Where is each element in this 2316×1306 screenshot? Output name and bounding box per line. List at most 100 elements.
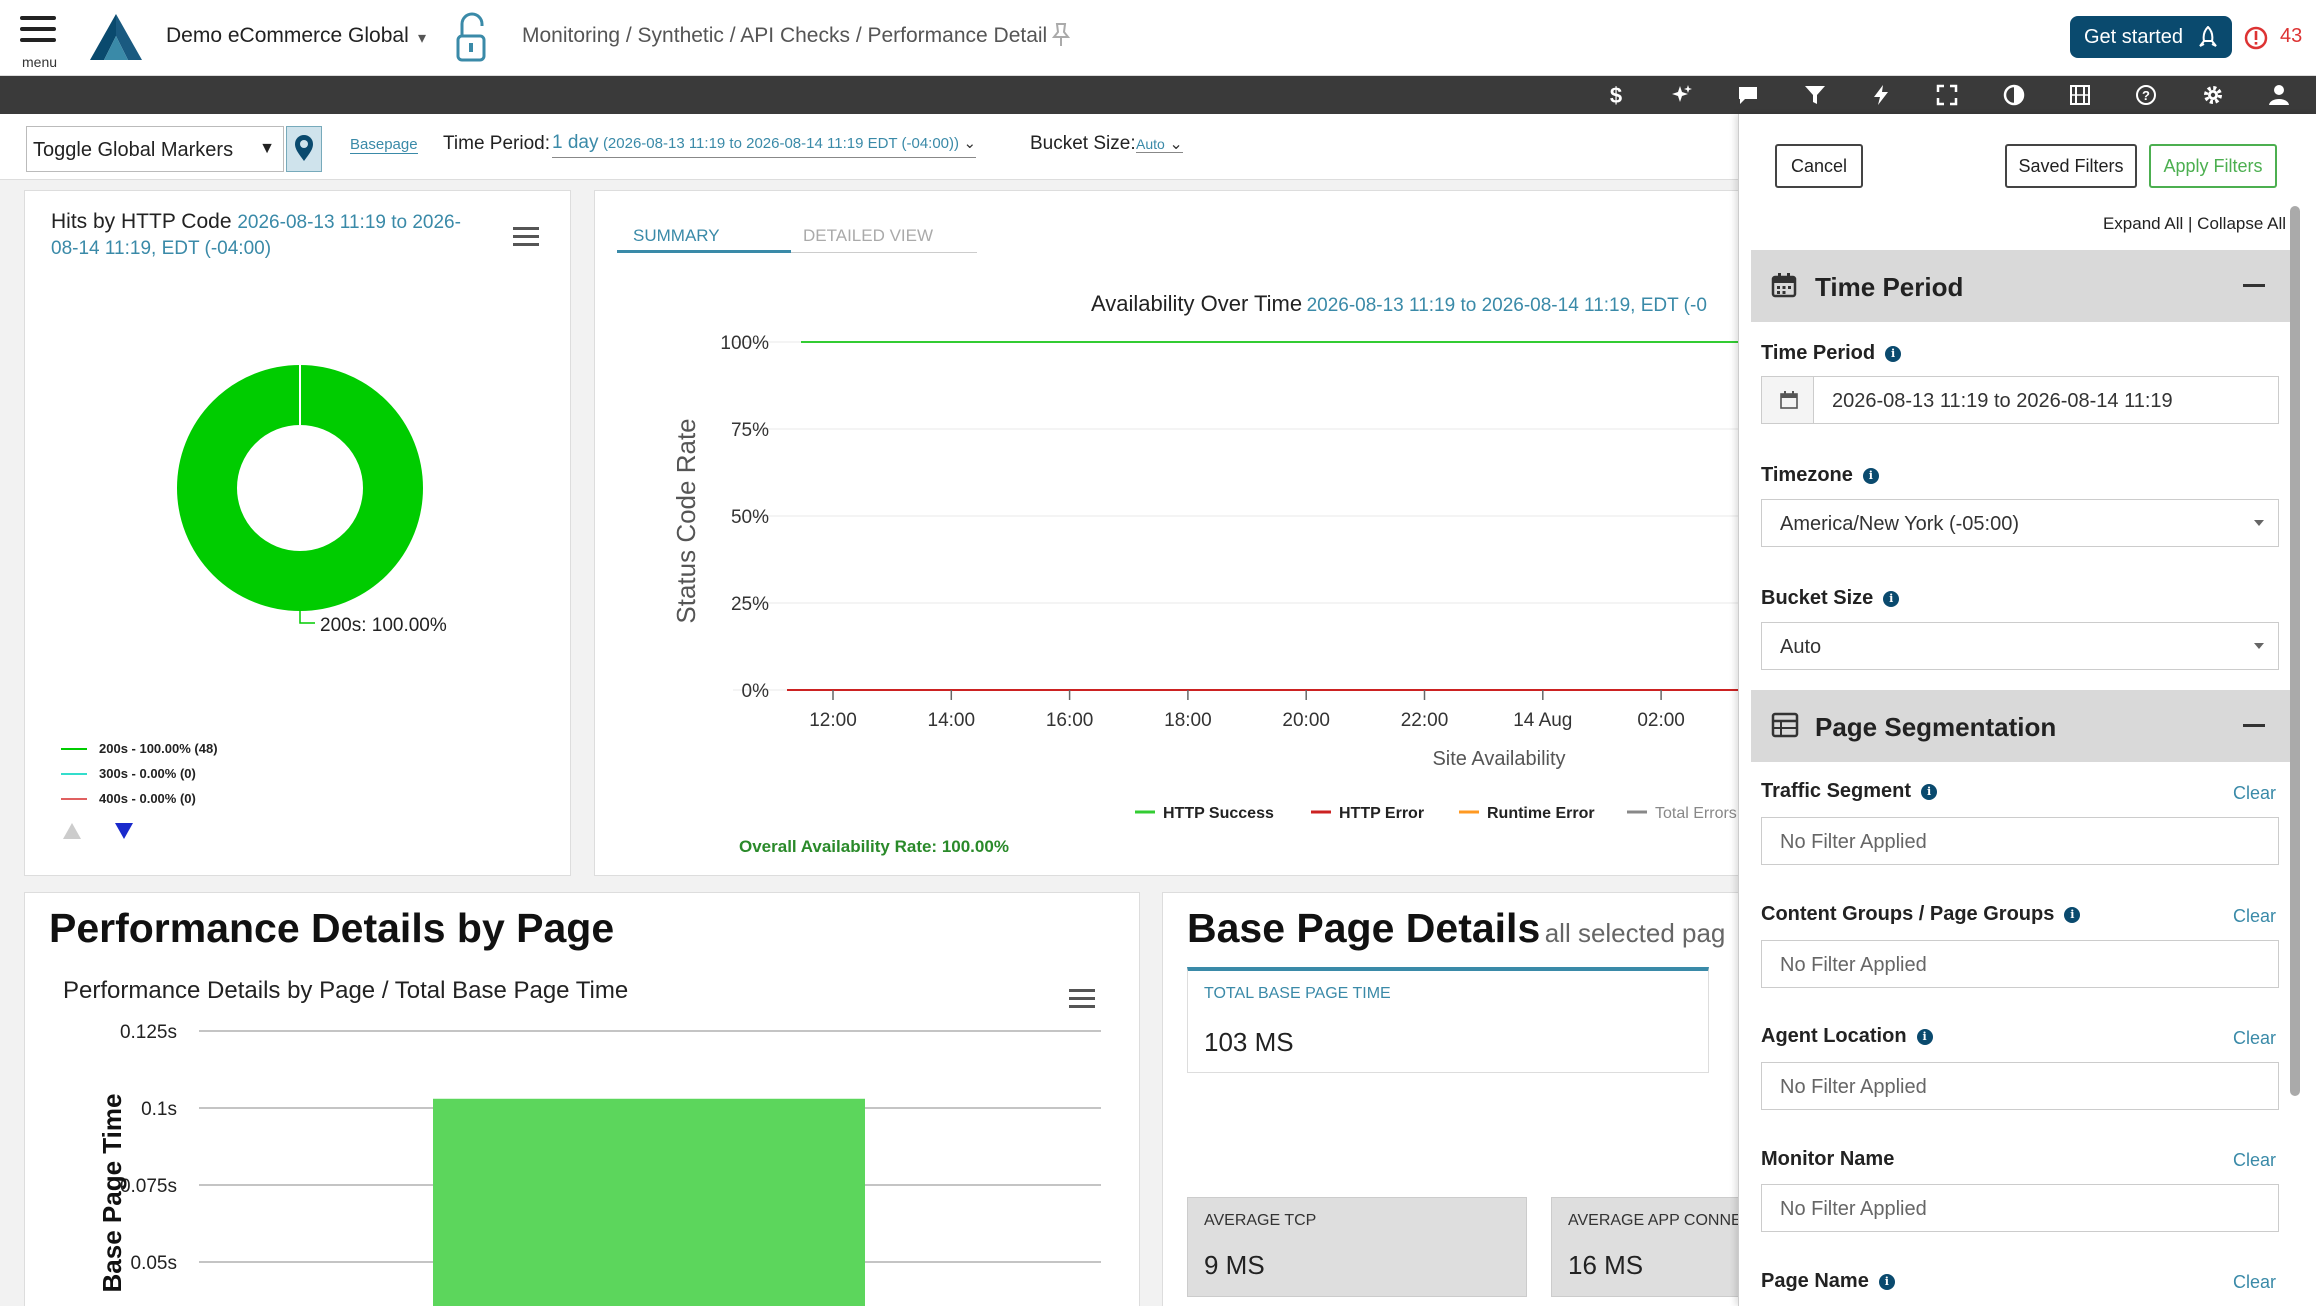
timezone-field-label: Timezone i <box>1761 464 1879 487</box>
time-period-section-header[interactable]: Time Period <box>1751 250 2291 322</box>
gear-icon[interactable] <box>2202 84 2224 106</box>
global-markers-label: Toggle Global Markers <box>33 139 234 161</box>
menu-button[interactable]: menu <box>18 14 62 70</box>
fullscreen-icon[interactable] <box>1936 84 1958 106</box>
monitor-name-input[interactable]: No Filter Applied <box>1761 1184 2279 1232</box>
dollar-icon[interactable]: $ <box>1605 84 1627 106</box>
info-icon[interactable]: i <box>1916 1029 1933 1045</box>
chart-menu-icon[interactable] <box>513 227 539 249</box>
legend-swatch <box>61 748 87 750</box>
marker-toggle-button[interactable] <box>286 126 322 172</box>
panel-scrollbar[interactable] <box>2290 206 2300 1096</box>
apply-filters-button[interactable]: Apply Filters <box>2149 144 2277 188</box>
info-icon[interactable]: i <box>1885 346 1902 362</box>
y-tick-label: 0% <box>742 681 770 702</box>
caret-down-icon <box>2254 520 2264 526</box>
line-legend-item[interactable]: HTTP Success <box>1135 805 1274 822</box>
breadcrumb[interactable]: Monitoring / Synthetic / API Checks / Pe… <box>522 24 1047 48</box>
alert-count[interactable]: 43 <box>2280 25 2302 48</box>
org-name[interactable]: Demo eCommerce Global <box>166 24 409 48</box>
bar[interactable] <box>433 1098 865 1306</box>
legend-prev-icon[interactable] <box>61 821 83 841</box>
traffic-segment-clear-link[interactable]: Clear <box>2233 783 2276 804</box>
agent-location-input[interactable]: No Filter Applied <box>1761 1062 2279 1110</box>
info-icon[interactable]: i <box>1862 468 1879 484</box>
basepage-link[interactable]: Basepage <box>350 136 418 154</box>
availability-line-chart: 100% 75% 50% 25% 0% 12:00 14:00 16:00 18:00 20:0… <box>671 333 1739 822</box>
chevron-down-icon[interactable]: ▾ <box>418 28 426 48</box>
caret-down-icon <box>2254 643 2264 649</box>
global-markers-select[interactable]: Toggle Global Markers ▼ <box>26 126 284 172</box>
unlock-icon[interactable] <box>452 12 492 64</box>
field-label-text: Page Name <box>1761 1270 1869 1292</box>
expand-all-link[interactable]: Expand All <box>2103 214 2183 233</box>
user-icon[interactable] <box>2268 84 2290 106</box>
get-started-button[interactable]: Get started <box>2070 16 2232 58</box>
bucket-size-select[interactable]: Auto <box>1761 622 2279 670</box>
cancel-button[interactable]: Cancel <box>1775 144 1863 188</box>
page-name-clear-link[interactable]: Clear <box>2233 1272 2276 1293</box>
performance-card: Performance Details by Page Performance … <box>24 892 1140 1306</box>
sparkle-icon[interactable] <box>1671 84 1693 106</box>
app-header: menu Demo eCommerce Global ▾ Monitoring … <box>0 0 2316 76</box>
field-label-text: Monitor Name <box>1761 1148 1895 1170</box>
collapse-all-link[interactable]: Collapse All <box>2197 214 2286 233</box>
legend-text: HTTP Success <box>1163 805 1274 822</box>
time-period-dropdown[interactable]: 1 day (2026-08-13 11:19 to 2026-08-14 11… <box>552 132 977 158</box>
base-page-heading-block: Base Page Details all selected pag <box>1187 905 1725 952</box>
pie-legend: 200s - 100.00% (48) 300s - 0.00% (0) 400s … <box>61 741 218 816</box>
collapse-icon[interactable] <box>2243 284 2265 287</box>
filter-icon[interactable] <box>1804 84 1826 106</box>
x-tick-label: 20:00 <box>1282 710 1330 731</box>
line-x-axis-label: Site Availability <box>1432 748 1565 770</box>
y-tick-label: 0.05s <box>131 1253 177 1274</box>
collapse-icon[interactable] <box>2243 724 2265 727</box>
bucket-size-dropdown[interactable]: Auto ⌄ <box>1136 136 1183 153</box>
film-icon[interactable] <box>2069 84 2091 106</box>
info-icon[interactable]: i <box>1921 784 1938 800</box>
content-groups-clear-link[interactable]: Clear <box>2233 906 2276 927</box>
line-legend-item[interactable]: Total Errors <box>1627 805 1737 822</box>
pin-icon[interactable] <box>1052 22 1070 48</box>
contrast-icon[interactable] <box>2003 84 2025 106</box>
x-tick-label: 22:00 <box>1401 710 1449 731</box>
alert-icon[interactable] <box>2244 26 2268 50</box>
filter-bar: Toggle Global Markers ▼ Basepage Time Pe… <box>0 114 1740 180</box>
legend-item[interactable]: 300s - 0.00% (0) <box>61 766 218 791</box>
menu-label: menu <box>22 54 58 70</box>
field-label-text: Time Period <box>1761 342 1876 364</box>
agent-location-clear-link[interactable]: Clear <box>2233 1028 2276 1049</box>
info-icon[interactable]: i <box>1878 1274 1895 1290</box>
legend-next-icon[interactable] <box>113 821 135 841</box>
pie-slice-label: 200s: 100.00% <box>320 615 447 636</box>
timezone-select[interactable]: America/New York (-05:00) <box>1761 499 2279 547</box>
bucket-size-select-value: Auto <box>1780 636 1822 658</box>
saved-filters-button[interactable]: Saved Filters <box>2005 144 2137 188</box>
http-pie-chart: 200s: 100.00% <box>177 365 447 636</box>
metric-average-app-connect: AVERAGE APP CONNE 16 MS <box>1551 1197 1761 1297</box>
legend-item[interactable]: 400s - 0.00% (0) <box>61 791 218 816</box>
line-legend-item[interactable]: Runtime Error <box>1459 805 1595 822</box>
traffic-segment-input[interactable]: No Filter Applied <box>1761 817 2279 865</box>
comment-icon[interactable] <box>1737 84 1759 106</box>
bucket-size-label: Bucket Size: <box>1030 133 1136 154</box>
calendar-button[interactable] <box>1762 377 1814 423</box>
help-icon[interactable]: ? <box>2135 84 2157 106</box>
http-card-title: Hits by HTTP Code <box>51 210 232 233</box>
legend-item[interactable]: 200s - 100.00% (48) <box>61 741 218 766</box>
metric-value: 103 MS <box>1204 1027 1294 1057</box>
page-segmentation-section-header[interactable]: Page Segmentation <box>1751 690 2291 762</box>
time-period-input[interactable]: 2026-08-13 11:19 to 2026-08-14 11:19 <box>1761 376 2279 424</box>
company-logo-icon[interactable] <box>88 12 144 62</box>
overall-availability-rate: Overall Availability Rate: 100.00% <box>739 837 1009 856</box>
info-icon[interactable]: i <box>2064 907 2081 923</box>
content-groups-input[interactable]: No Filter Applied <box>1761 940 2279 988</box>
legend-text: Runtime Error <box>1487 805 1595 822</box>
monitor-name-clear-link[interactable]: Clear <box>2233 1150 2276 1171</box>
lightning-icon[interactable] <box>1870 84 1892 106</box>
line-legend-item[interactable]: HTTP Error <box>1311 805 1424 822</box>
time-period-range: (2026-08-13 11:19 to 2026-08-14 11:19 ED… <box>602 135 959 152</box>
metric-value: 16 MS <box>1568 1250 1644 1280</box>
y-tick-label: 0.075s <box>120 1176 177 1197</box>
info-icon[interactable]: i <box>1883 591 1900 607</box>
